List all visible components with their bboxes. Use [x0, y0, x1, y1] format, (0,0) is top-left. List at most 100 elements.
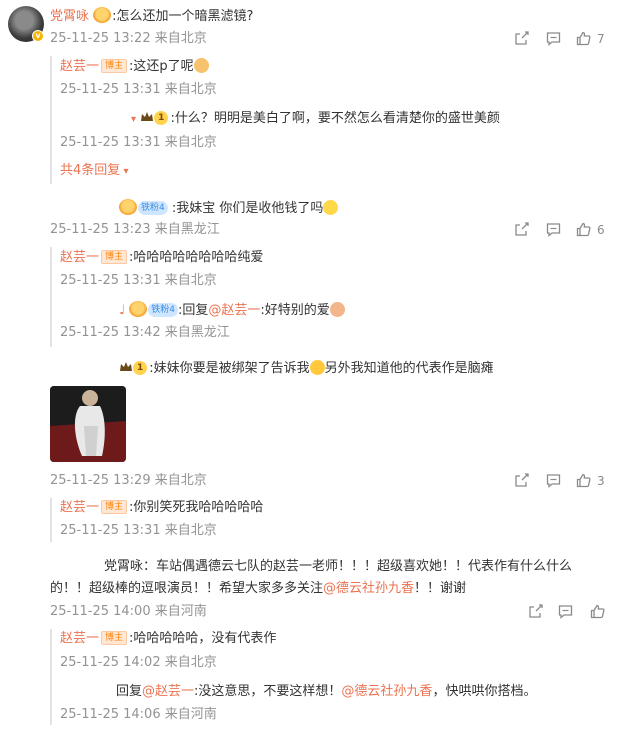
share-button[interactable]	[514, 222, 529, 237]
thumbs-up-icon	[576, 473, 591, 488]
more-replies-label: 共4条回复	[60, 163, 121, 178]
sweat-emoji-icon	[323, 200, 339, 215]
comment-icon	[558, 605, 573, 619]
username-link[interactable]: 赵芸一	[60, 250, 99, 265]
reply-meta: 25-11-25 13:31 来自北京	[60, 273, 217, 288]
username-link[interactable]: 赵芸一	[60, 631, 99, 646]
reply-text: :你别笑死我哈哈哈哈哈	[129, 500, 264, 515]
reply-text: :这还p了呢	[129, 59, 194, 74]
reply-divider	[50, 629, 52, 725]
fan-badge-icon	[93, 7, 112, 23]
blogger-badge: 博主	[101, 631, 128, 645]
more-replies-link[interactable]: 共4条回复 ▾	[60, 162, 128, 181]
comment-meta: 25-11-25 13:29 来自北京	[50, 473, 207, 488]
mention-link[interactable]: @德云社孙九香	[341, 684, 432, 699]
like-count: 6	[597, 222, 605, 237]
reply-meta: 25-11-25 14:06 来自河南	[60, 707, 217, 722]
crown-icon	[120, 362, 132, 371]
level-badge: 1	[154, 111, 169, 125]
comment-text: 党霄咏：车站偶遇德云七队的赵芸一老师！！！超级喜欢她！！代表作有什么什么	[104, 559, 573, 574]
like-button[interactable]: 7	[576, 31, 605, 46]
comment-icon	[546, 474, 561, 488]
crown-icon	[141, 112, 154, 121]
photo-figure-icon	[50, 386, 126, 462]
like-count: 7	[597, 31, 605, 46]
note-icon: ♩	[119, 303, 126, 318]
reply-text: :什么？明明是美白了啊，要不然怎么看清楚你的盛世美颜	[170, 111, 500, 126]
reply-item: 回复@赵芸一:没这意思，不要这样想！@德云社孙九香，快哄哄你搭档。	[116, 683, 536, 701]
verified-badge-icon: v	[32, 30, 44, 42]
reply-divider	[50, 498, 52, 542]
mention-link[interactable]: @赵芸一	[208, 303, 260, 318]
comment-icon	[546, 32, 561, 46]
reply-text: :没这意思，不要这样想！	[194, 684, 342, 699]
shy-emoji-icon	[329, 302, 345, 317]
share-icon	[515, 31, 529, 45]
comment-meta: 25-11-25 13:23 来自黑龙江	[50, 222, 220, 237]
reply-text: :哈哈哈哈哈，没有代表作	[129, 631, 277, 646]
reply-item: 赵芸一 博主:哈哈哈哈哈哈哈哈纯爱	[60, 249, 263, 267]
blogger-badge: 博主	[101, 59, 128, 73]
blogger-badge: 博主	[101, 500, 128, 514]
comment-image[interactable]	[50, 386, 126, 462]
reply-item: ▾ 1:什么？明明是美白了啊，要不然怎么看清楚你的盛世美颜	[131, 110, 500, 129]
avatar-badge-icon	[119, 199, 137, 215]
like-button[interactable]: 3	[576, 473, 605, 488]
comment-button[interactable]	[558, 604, 573, 619]
like-button[interactable]	[590, 604, 605, 619]
share-button[interactable]	[528, 604, 543, 619]
share-icon	[515, 222, 529, 236]
reply-meta: 25-11-25 13:42 来自黑龙江	[60, 325, 230, 340]
username-link[interactable]: 赵芸一	[60, 500, 99, 515]
level-badge: 1	[133, 361, 148, 375]
reply-text: :好特别的爱	[260, 303, 330, 318]
reply-text: :哈哈哈哈哈哈哈哈纯爱	[129, 250, 264, 265]
mention-link[interactable]: @赵芸一	[142, 684, 194, 699]
chevron-down-icon: ▾	[120, 166, 129, 177]
comment-text: :我妹宝 你们是收他钱了吗	[171, 201, 324, 216]
reply-meta: 25-11-25 13:31 来自北京	[60, 135, 217, 150]
reply-item: ♩ 铁粉4:回复@赵芸一:好特别的爱	[119, 301, 345, 320]
share-icon	[515, 473, 529, 487]
reply-item: 赵芸一 博主:这还p了呢	[60, 58, 209, 76]
comment-meta: 25-11-25 13:22 来自北京	[50, 31, 207, 46]
comment-header: 党霄咏 :怎么还加一个暗黑滤镜?	[50, 7, 253, 26]
blogger-badge: 博主	[101, 250, 128, 264]
share-button[interactable]	[514, 473, 529, 488]
comment-header: 铁粉4 :我妹宝 你们是收他钱了吗	[119, 199, 339, 218]
thumbs-up-icon	[590, 604, 605, 619]
mention-link[interactable]: @德云社孙九香	[323, 581, 414, 596]
reply-meta: 25-11-25 13:31 来自北京	[60, 523, 217, 538]
fan-level-badge: 铁粉4	[138, 201, 168, 215]
reply-item: 赵芸一 博主:你别笑死我哈哈哈哈哈	[60, 499, 263, 517]
comment-text: :怎么还加一个暗黑滤镜?	[112, 9, 254, 24]
comment-text-part: 的！！超级棒的逗哏演员！！希望大家多多关注	[50, 581, 324, 596]
comment-button[interactable]	[546, 473, 561, 488]
share-icon	[529, 604, 543, 618]
reply-meta: 25-11-25 13:31 来自北京	[60, 82, 217, 97]
comment-meta: 25-11-25 14:00 来自河南	[50, 604, 207, 619]
like-count: 3	[597, 473, 605, 488]
reply-meta: 25-11-25 14:02 来自北京	[60, 655, 217, 670]
cat-emoji-icon	[193, 58, 209, 73]
thumbs-up-icon	[576, 31, 591, 46]
username-link[interactable]: 赵芸一	[60, 59, 99, 74]
comment-text: :妹妹你要是被绑架了告诉我	[149, 361, 310, 376]
avatar-badge-icon	[129, 301, 148, 317]
like-button[interactable]: 6	[576, 222, 605, 237]
comment-text-cont: 的！！超级棒的逗哏演员！！希望大家多多关注@德云社孙九香！！谢谢	[50, 580, 466, 598]
reply-label: 回复	[116, 684, 143, 699]
comment-button[interactable]	[546, 222, 561, 237]
cry-emoji-icon	[309, 360, 325, 375]
fan-level-badge: 铁粉4	[148, 303, 179, 317]
username-link[interactable]: 党霄咏	[50, 9, 89, 24]
thumbs-up-icon	[576, 222, 591, 237]
reply-divider	[50, 247, 52, 347]
comment-text-part: ！！谢谢	[414, 581, 467, 596]
reply-item: 赵芸一 博主:哈哈哈哈哈，没有代表作	[60, 630, 276, 648]
comment-icon	[546, 223, 561, 237]
share-button[interactable]	[514, 31, 529, 46]
comment-header: 1:妹妹你要是被绑架了告诉我 另外我知道他的代表作是脑瘫	[119, 360, 494, 378]
reply-text-cont: ，快哄哄你搭档。	[432, 684, 537, 699]
comment-button[interactable]	[546, 31, 561, 46]
